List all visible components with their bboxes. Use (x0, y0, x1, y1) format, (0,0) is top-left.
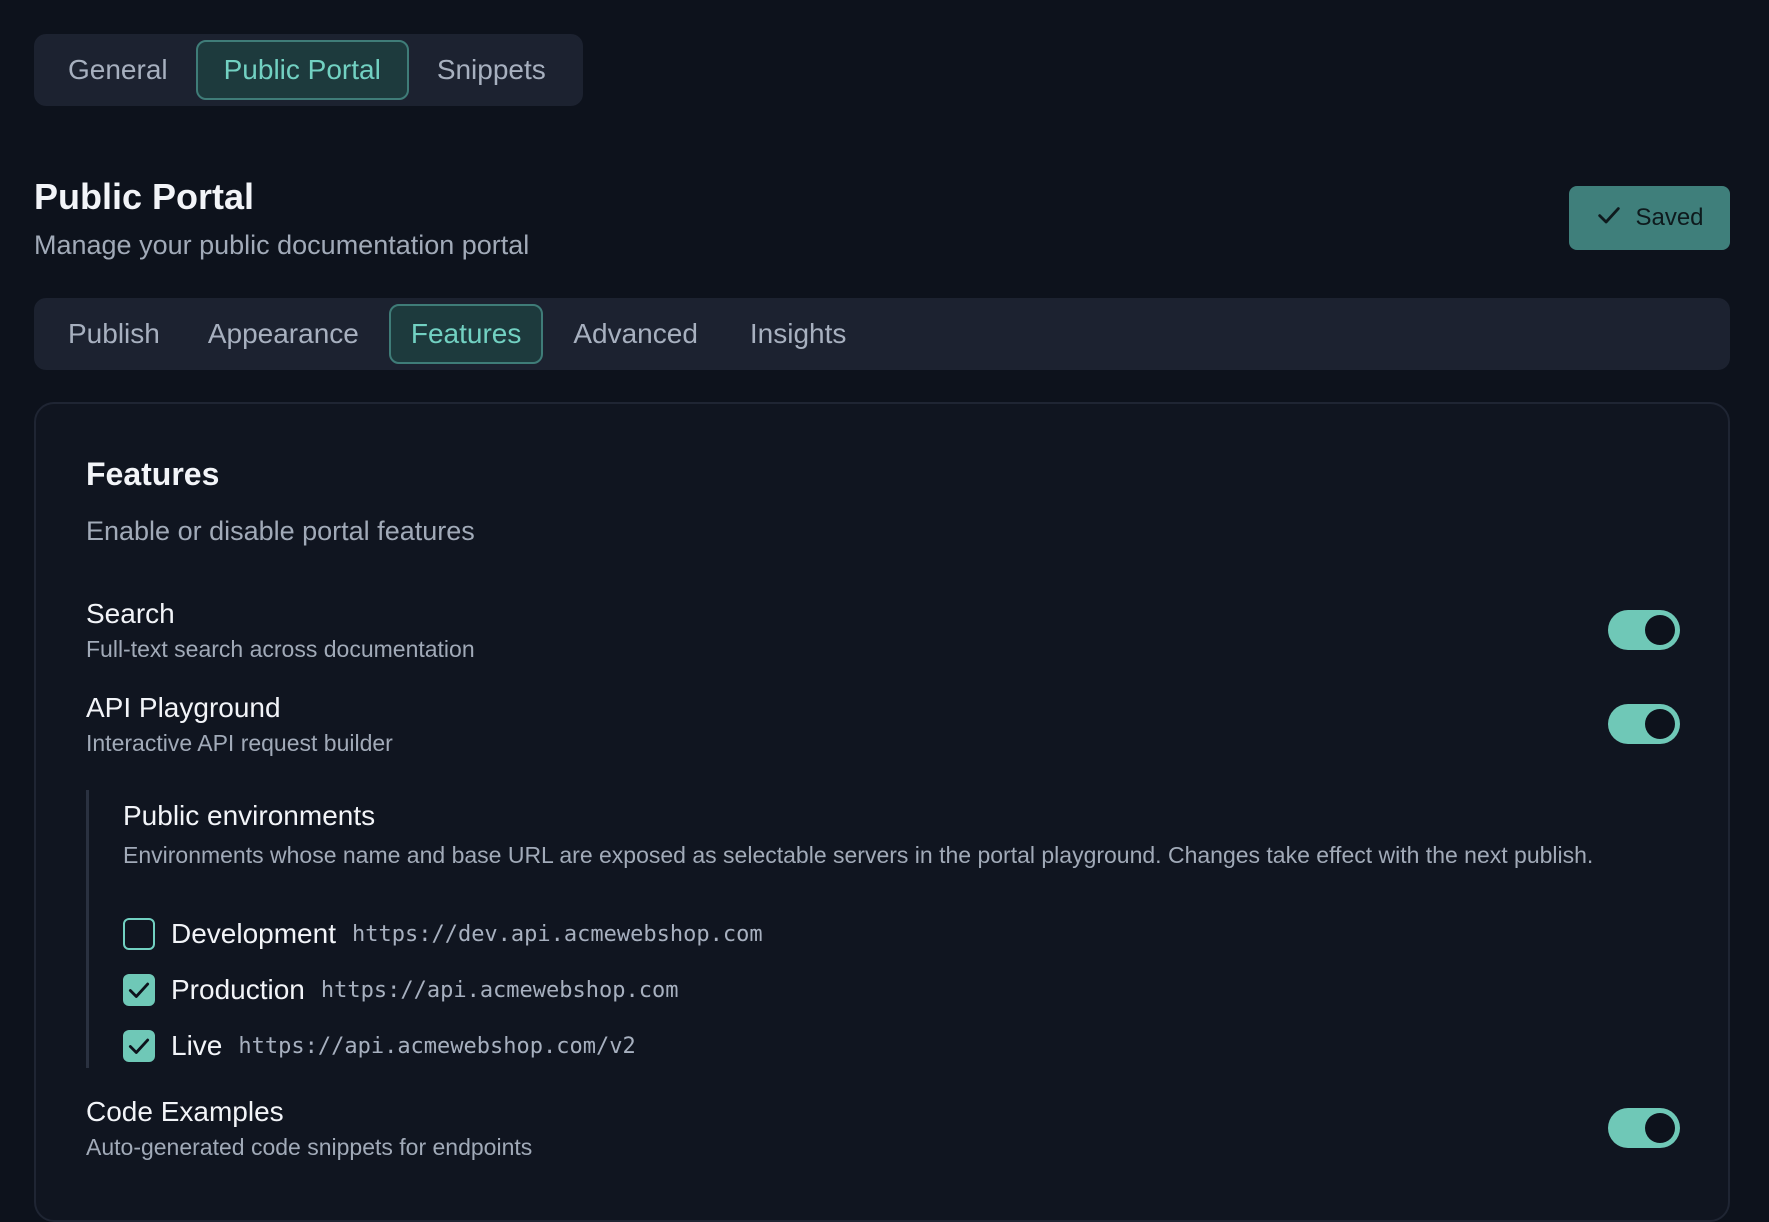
live-checkbox[interactable] (123, 1030, 155, 1062)
environment-row-live[interactable]: Live https://api.acmewebshop.com/v2 (123, 1028, 636, 1064)
saved-button[interactable]: Saved (1569, 186, 1730, 250)
check-icon (128, 1038, 150, 1054)
top-tab-bar: General Public Portal Snippets (34, 34, 583, 106)
tab-snippets[interactable]: Snippets (409, 40, 574, 100)
public-environments-section: Public environments Environments whose n… (86, 790, 1680, 1068)
toggle-knob (1645, 1113, 1675, 1143)
tab-general[interactable]: General (40, 40, 196, 100)
feature-api-playground: API Playground Interactive API request b… (86, 692, 1680, 762)
development-checkbox[interactable] (123, 918, 155, 950)
page-title: Public Portal (34, 176, 255, 217)
toggle-knob (1645, 615, 1675, 645)
environment-name: Development (171, 918, 336, 949)
feature-description: Full-text search across documentation (86, 636, 475, 662)
features-card: Features Enable or disable portal featur… (34, 402, 1730, 1222)
tab-public-portal[interactable]: Public Portal (195, 40, 409, 100)
environment-row-development[interactable]: Development https://dev.api.acmewebshop.… (123, 916, 763, 952)
feature-name: API Playground (86, 692, 281, 723)
feature-description: Interactive API request builder (86, 730, 393, 756)
environments-description: Environments whose name and base URL are… (123, 842, 1594, 868)
environment-name: Production (171, 974, 305, 1005)
tab-features[interactable]: Features (388, 304, 544, 364)
page-subtitle: Manage your public documentation portal (34, 230, 530, 260)
feature-code-examples: Code Examples Auto-generated code snippe… (86, 1096, 1680, 1166)
saved-button-label: Saved (1635, 204, 1704, 231)
feature-search: Search Full-text search across documenta… (86, 598, 1680, 668)
check-icon (1595, 201, 1623, 236)
environment-url: https://api.acmewebshop.com/v2 (238, 1033, 636, 1059)
environment-name: Live (171, 1030, 223, 1061)
check-icon (128, 982, 150, 998)
code-examples-toggle[interactable] (1608, 1108, 1680, 1148)
features-card-title: Features (86, 456, 220, 492)
features-card-subtitle: Enable or disable portal features (86, 516, 475, 546)
environment-url: https://dev.api.acmewebshop.com (351, 921, 763, 947)
tab-advanced[interactable]: Advanced (551, 304, 720, 364)
feature-name: Code Examples (86, 1096, 284, 1127)
tab-appearance[interactable]: Appearance (186, 304, 381, 364)
environment-url: https://api.acmewebshop.com (320, 977, 679, 1003)
environments-title: Public environments (123, 800, 376, 831)
search-toggle[interactable] (1608, 610, 1680, 650)
tab-publish[interactable]: Publish (40, 304, 182, 364)
api-playground-toggle[interactable] (1608, 704, 1680, 744)
feature-name: Search (86, 598, 175, 629)
production-checkbox[interactable] (123, 974, 155, 1006)
toggle-knob (1645, 709, 1675, 739)
environment-row-production[interactable]: Production https://api.acmewebshop.com (123, 972, 679, 1008)
sub-tab-bar: Publish Appearance Features Advanced Ins… (34, 298, 1730, 370)
feature-description: Auto-generated code snippets for endpoin… (86, 1134, 533, 1160)
tab-insights[interactable]: Insights (728, 304, 869, 364)
